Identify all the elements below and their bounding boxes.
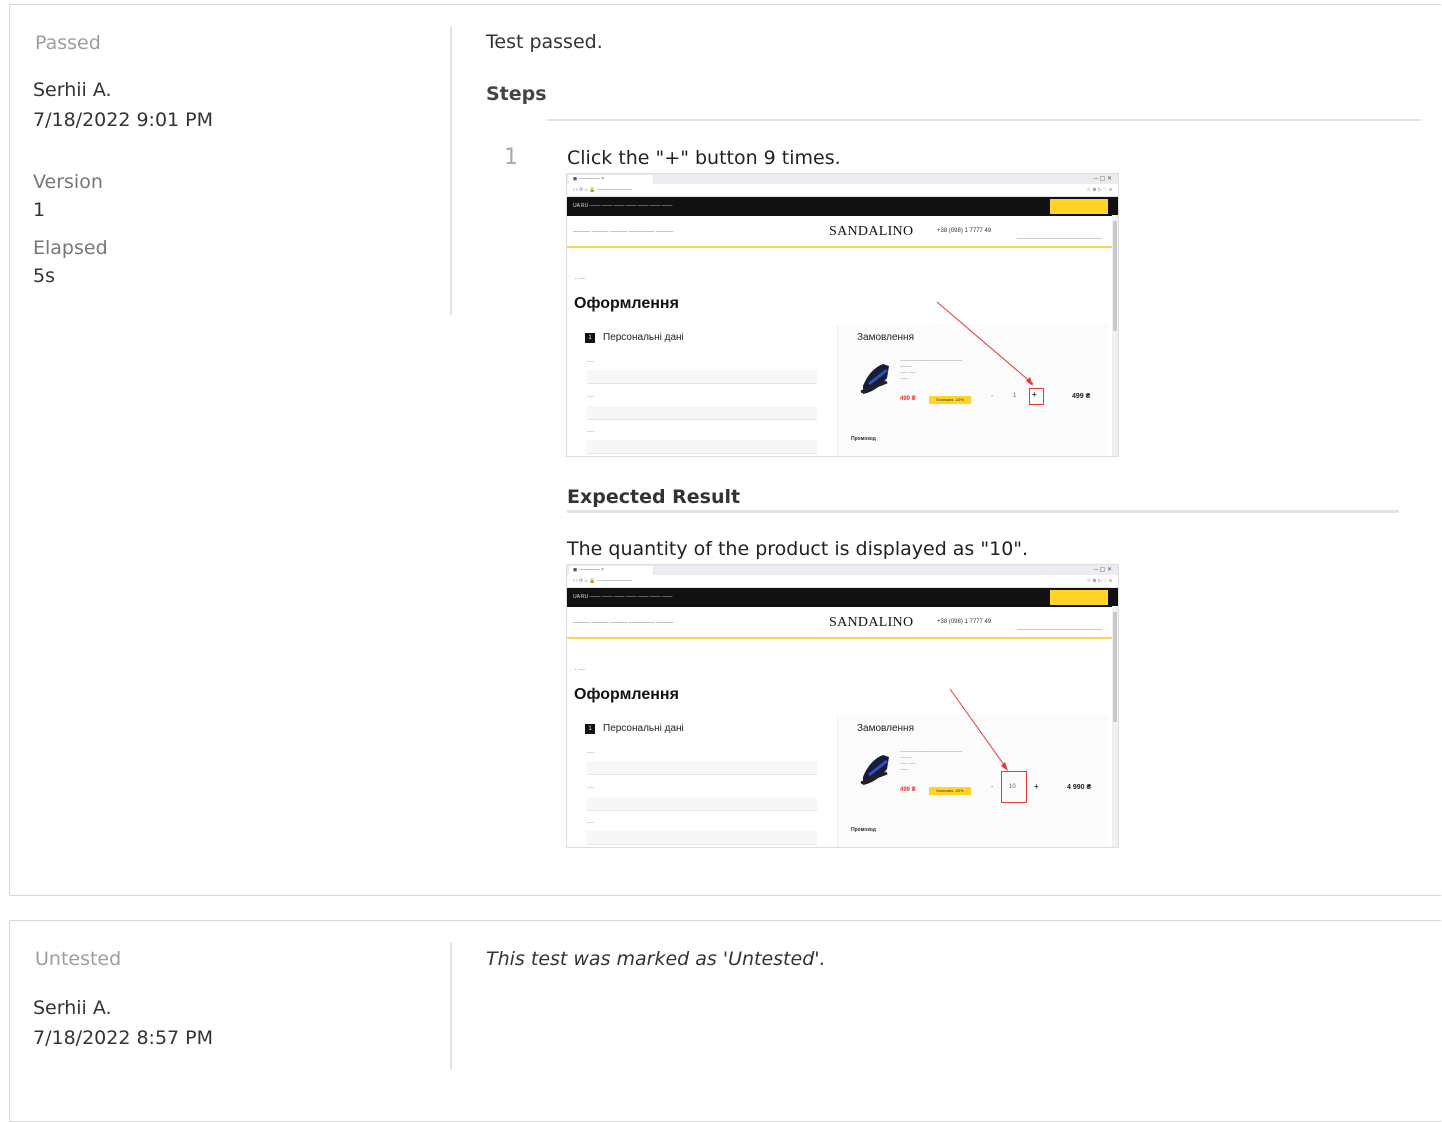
steps-divider xyxy=(547,119,1421,121)
status-label: Passed xyxy=(35,32,101,54)
user-name[interactable]: Serhii A. xyxy=(33,79,112,101)
red-arrow-icon xyxy=(936,301,1034,386)
expected-screenshot[interactable]: ◼ ────── × ─ ▢ ✕ ‹ › ⟳ ⌂ 🔒 ────────── ☆ … xyxy=(566,564,1119,848)
expected-divider xyxy=(567,510,1399,513)
result-datetime: 7/18/2022 9:01 PM xyxy=(33,109,214,131)
expected-result-heading: Expected Result xyxy=(567,486,741,508)
column-divider xyxy=(450,943,452,1069)
test-result-untested: Untested Serhii A. 7/18/2022 8:57 PM Thi… xyxy=(9,920,1442,1122)
scrollbar xyxy=(1112,215,1118,456)
scrollbar xyxy=(1112,606,1118,847)
step-screenshot[interactable]: ◼ ────── × ─ ▢ ✕ ‹ › ⟳ ⌂ 🔒 ────────── ☆ … xyxy=(566,173,1119,457)
expected-result-text: The quantity of the product is displayed… xyxy=(567,538,1029,560)
step-text: Click the "+" button 9 times. xyxy=(567,147,841,169)
promo-label: Промокод xyxy=(851,827,876,833)
elapsed-value: 5s xyxy=(33,265,55,287)
result-datetime: 7/18/2022 8:57 PM xyxy=(33,1027,214,1049)
promo-label: Промокод xyxy=(851,436,876,442)
user-name[interactable]: Serhii A. xyxy=(33,997,112,1019)
result-comment: This test was marked as 'Untested'. xyxy=(486,948,826,970)
test-result-passed: Passed Serhii A. 7/18/2022 9:01 PM Versi… xyxy=(9,4,1442,896)
steps-heading: Steps xyxy=(486,83,547,105)
result-comment: Test passed. xyxy=(486,31,603,53)
status-label: Untested xyxy=(35,948,122,970)
step-number: 1 xyxy=(504,145,518,170)
red-arrow-icon xyxy=(949,688,1008,771)
column-divider xyxy=(450,27,452,315)
version-value: 1 xyxy=(33,199,46,221)
elapsed-label: Elapsed xyxy=(33,237,108,259)
version-label: Version xyxy=(33,171,103,193)
